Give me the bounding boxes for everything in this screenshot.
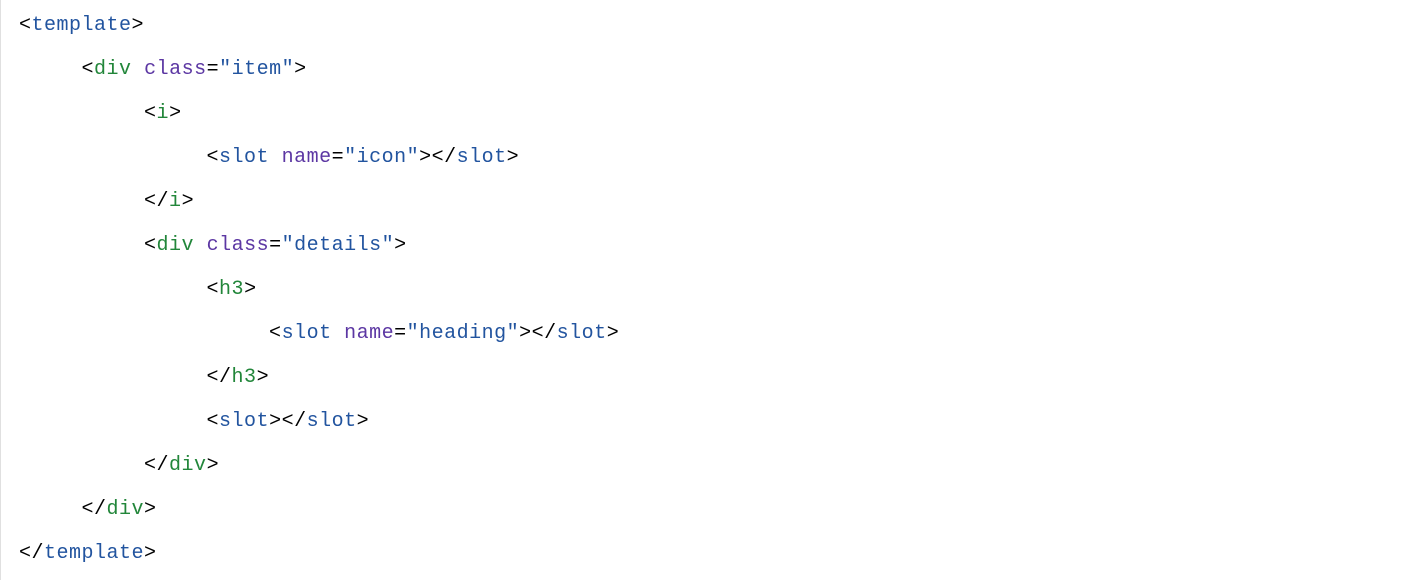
code-line: <i> xyxy=(19,102,182,125)
code-line: </div> xyxy=(19,454,219,477)
code-line: <slot name="heading"></slot> xyxy=(19,322,619,345)
code-line: <slot></slot> xyxy=(19,410,369,433)
code-line: <div class="item"> xyxy=(19,58,307,81)
code-line: <template> xyxy=(19,14,144,37)
code-block: <template> <div class="item"> <i> <slot … xyxy=(0,0,1412,580)
code-line: </template> xyxy=(19,542,157,565)
code-line: </div> xyxy=(19,498,157,521)
code-line: </h3> xyxy=(19,366,269,389)
code-line: <slot name="icon"></slot> xyxy=(19,146,519,169)
code-line: <h3> xyxy=(19,278,257,301)
code-line: </i> xyxy=(19,190,194,213)
code-line: <div class="details"> xyxy=(19,234,407,257)
